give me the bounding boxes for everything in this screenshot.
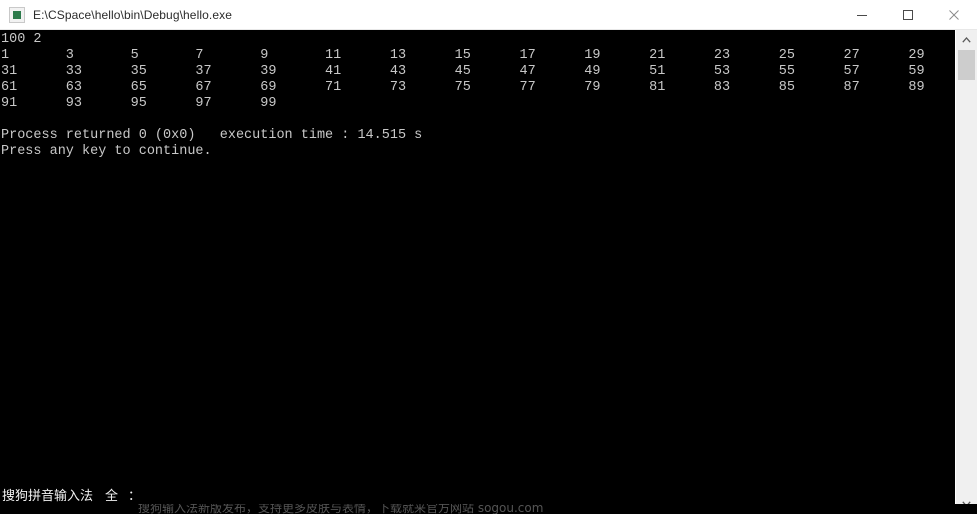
chevron-up-icon (962, 37, 971, 43)
close-icon (949, 9, 959, 20)
ime-name-label: 搜狗拼音输入法 (2, 488, 94, 504)
ime-ad-strip[interactable]: 搜狗输入法新版发布，支持更多皮肤与表情，下载就来官方网站 sogou.com (0, 504, 977, 514)
window-title: E:\CSpace\hello\bin\Debug\hello.exe (33, 7, 232, 22)
minimize-icon (857, 14, 867, 16)
scrollbar-thumb[interactable] (958, 50, 975, 80)
console-output-area[interactable]: 100 2 1 3 5 7 9 11 13 15 17 19 21 23 25 … (0, 30, 955, 514)
ime-separator-label: ： (128, 488, 142, 504)
console-window: E:\CSpace\hello\bin\Debug\hello.exe 100 … (0, 0, 977, 514)
ime-status-bar[interactable]: 搜狗拼音输入法 全 ： (0, 484, 460, 504)
scroll-up-button[interactable] (956, 30, 977, 50)
maximize-button[interactable] (885, 0, 931, 29)
close-button[interactable] (931, 0, 977, 29)
ime-mode-label[interactable]: 全 (105, 485, 118, 504)
scrollbar-track[interactable] (956, 50, 977, 494)
minimize-button[interactable] (839, 0, 885, 29)
vertical-scrollbar[interactable] (955, 30, 977, 514)
console-text: 100 2 1 3 5 7 9 11 13 15 17 19 21 23 25 … (1, 32, 925, 159)
console-app-icon (9, 6, 25, 23)
maximize-icon (903, 9, 913, 20)
ime-ad-text: 搜狗输入法新版发布，支持更多皮肤与表情，下载就来官方网站 sogou.com (138, 504, 544, 514)
title-bar[interactable]: E:\CSpace\hello\bin\Debug\hello.exe (0, 0, 977, 30)
